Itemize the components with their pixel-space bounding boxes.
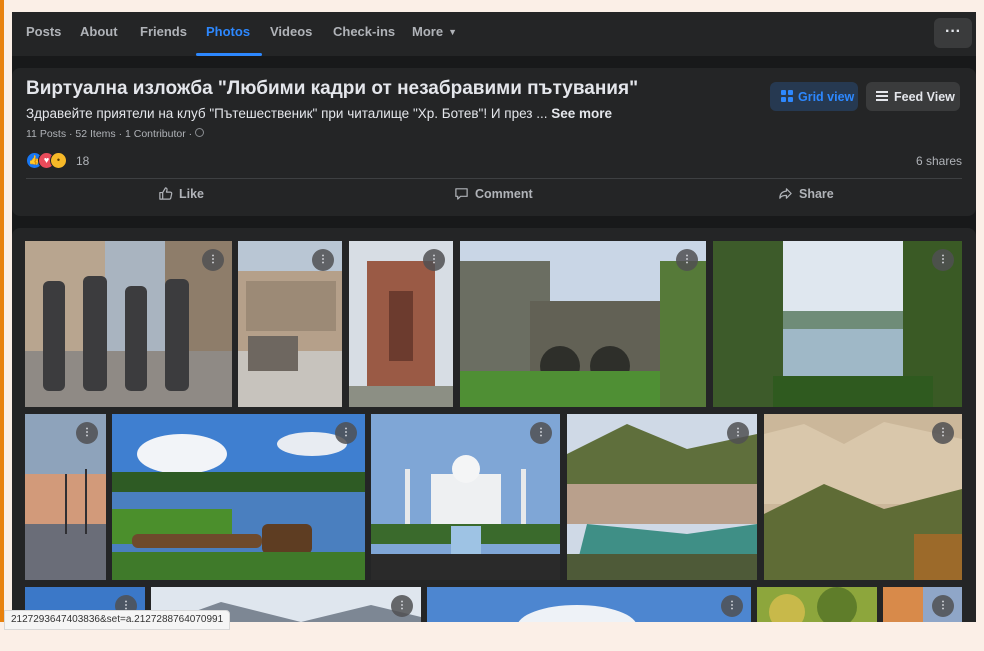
photo-image [757, 587, 877, 622]
thumbs-up-icon [159, 187, 173, 200]
photo-options-button[interactable]: ⋮ [932, 422, 954, 444]
photo-taj-mahal[interactable]: ⋮ [371, 414, 560, 580]
photo-image [427, 587, 751, 622]
comment-icon [455, 188, 468, 200]
photo-river-view[interactable]: ⋮ [713, 241, 962, 407]
share-button[interactable]: Share [778, 186, 834, 208]
photo-options-button[interactable]: ⋮ [76, 422, 98, 444]
photo-image [764, 414, 962, 580]
tab-friends[interactable]: Friends [140, 12, 187, 56]
tab-photos[interactable]: Photos [195, 12, 263, 56]
grid-icon [781, 90, 793, 102]
album-header: Виртуална изложба "Любими кадри от незаб… [12, 68, 976, 216]
photo-trees[interactable] [757, 587, 877, 622]
like-label: Like [179, 187, 205, 201]
share-icon [779, 188, 792, 199]
like-button[interactable]: Like [158, 186, 204, 208]
photo-city-square[interactable]: ⋮ [238, 241, 342, 407]
photo-grid: ⋮ ⋮ ⋮ ⋮ ⋮ ⋮ ⋮ ⋮ ⋮ ⋮ ⋮ ⋮ ⋮ ⋮ [12, 228, 976, 622]
feed-view-button[interactable]: Feed View [866, 82, 960, 111]
facebook-page: Posts About Friends Photos Videos Check-… [12, 12, 976, 622]
tab-posts[interactable]: Posts [26, 12, 61, 56]
album-meta-text: 11 Posts · 52 Items · 1 Contributor · [26, 128, 193, 140]
photo-options-button[interactable]: ⋮ [932, 249, 954, 271]
photo-stone-bridge[interactable]: ⋮ [460, 241, 706, 407]
album-title: Виртуална изложба "Любими кадри от незаб… [26, 78, 639, 99]
see-more-link[interactable]: See more [551, 106, 612, 121]
feed-view-label: Feed View [894, 90, 955, 104]
photo-cliff[interactable]: ⋮ [883, 587, 962, 622]
photo-options-button[interactable]: ⋮ [721, 595, 743, 617]
tab-check-ins[interactable]: Check-ins [333, 12, 395, 56]
tab-more-label: More [412, 24, 444, 39]
profile-nav: Posts About Friends Photos Videos Check-… [12, 12, 976, 56]
photo-image [713, 241, 962, 407]
photo-cathedral[interactable]: ⋮ [349, 241, 453, 407]
reaction-count: 18 [76, 154, 90, 168]
more-horizontal-icon: ··· [945, 23, 961, 40]
album-description-text: Здравейте приятели на клуб "Пътешествени… [26, 106, 552, 121]
share-label: Share [799, 187, 834, 201]
tab-more[interactable]: More ▼ [412, 12, 457, 56]
photo-harbor-sunset[interactable]: ⋮ [25, 414, 106, 580]
wow-reaction-icon: • [50, 152, 67, 169]
caret-down-icon: ▼ [448, 27, 457, 37]
photo-clouds[interactable]: ⋮ [427, 587, 751, 622]
photo-options-button[interactable]: ⋮ [932, 595, 954, 617]
album-meta: 11 Posts · 52 Items · 1 Contributor · [26, 128, 205, 140]
comment-button[interactable]: Comment [454, 186, 533, 208]
divider [26, 178, 962, 179]
grid-view-label: Grid view [798, 90, 855, 104]
photo-options-button[interactable]: ⋮ [530, 422, 552, 444]
photo-options-button[interactable]: ⋮ [202, 249, 224, 271]
comment-label: Comment [475, 187, 533, 201]
photo-options-button[interactable]: ⋮ [312, 249, 334, 271]
photo-boats-lake[interactable]: ⋮ [112, 414, 365, 580]
grid-view-button[interactable]: Grid view [770, 82, 858, 111]
photo-options-button[interactable]: ⋮ [335, 422, 357, 444]
shares-count[interactable]: 6 shares [916, 154, 962, 168]
photo-options-button[interactable]: ⋮ [423, 249, 445, 271]
photo-rock-pyramids[interactable]: ⋮ [764, 414, 962, 580]
tab-about[interactable]: About [80, 12, 118, 56]
more-options-button[interactable]: ··· [934, 18, 972, 48]
left-edge-accent [0, 0, 4, 622]
album-description: Здравейте приятели на клуб "Пътешествени… [26, 106, 612, 121]
photo-image [25, 241, 232, 407]
photo-beatles-statue[interactable]: ⋮ [25, 241, 232, 407]
photo-options-button[interactable]: ⋮ [727, 422, 749, 444]
photo-river-valley[interactable]: ⋮ [567, 414, 757, 580]
photo-image [112, 414, 365, 580]
tab-videos[interactable]: Videos [270, 12, 312, 56]
status-url: 2127293647403836&set=a.2127288764070991 [4, 610, 231, 630]
list-icon [876, 91, 888, 101]
globe-icon [195, 128, 205, 137]
photo-options-button[interactable]: ⋮ [391, 595, 413, 617]
photo-options-button[interactable]: ⋮ [676, 249, 698, 271]
photo-image [460, 241, 706, 407]
